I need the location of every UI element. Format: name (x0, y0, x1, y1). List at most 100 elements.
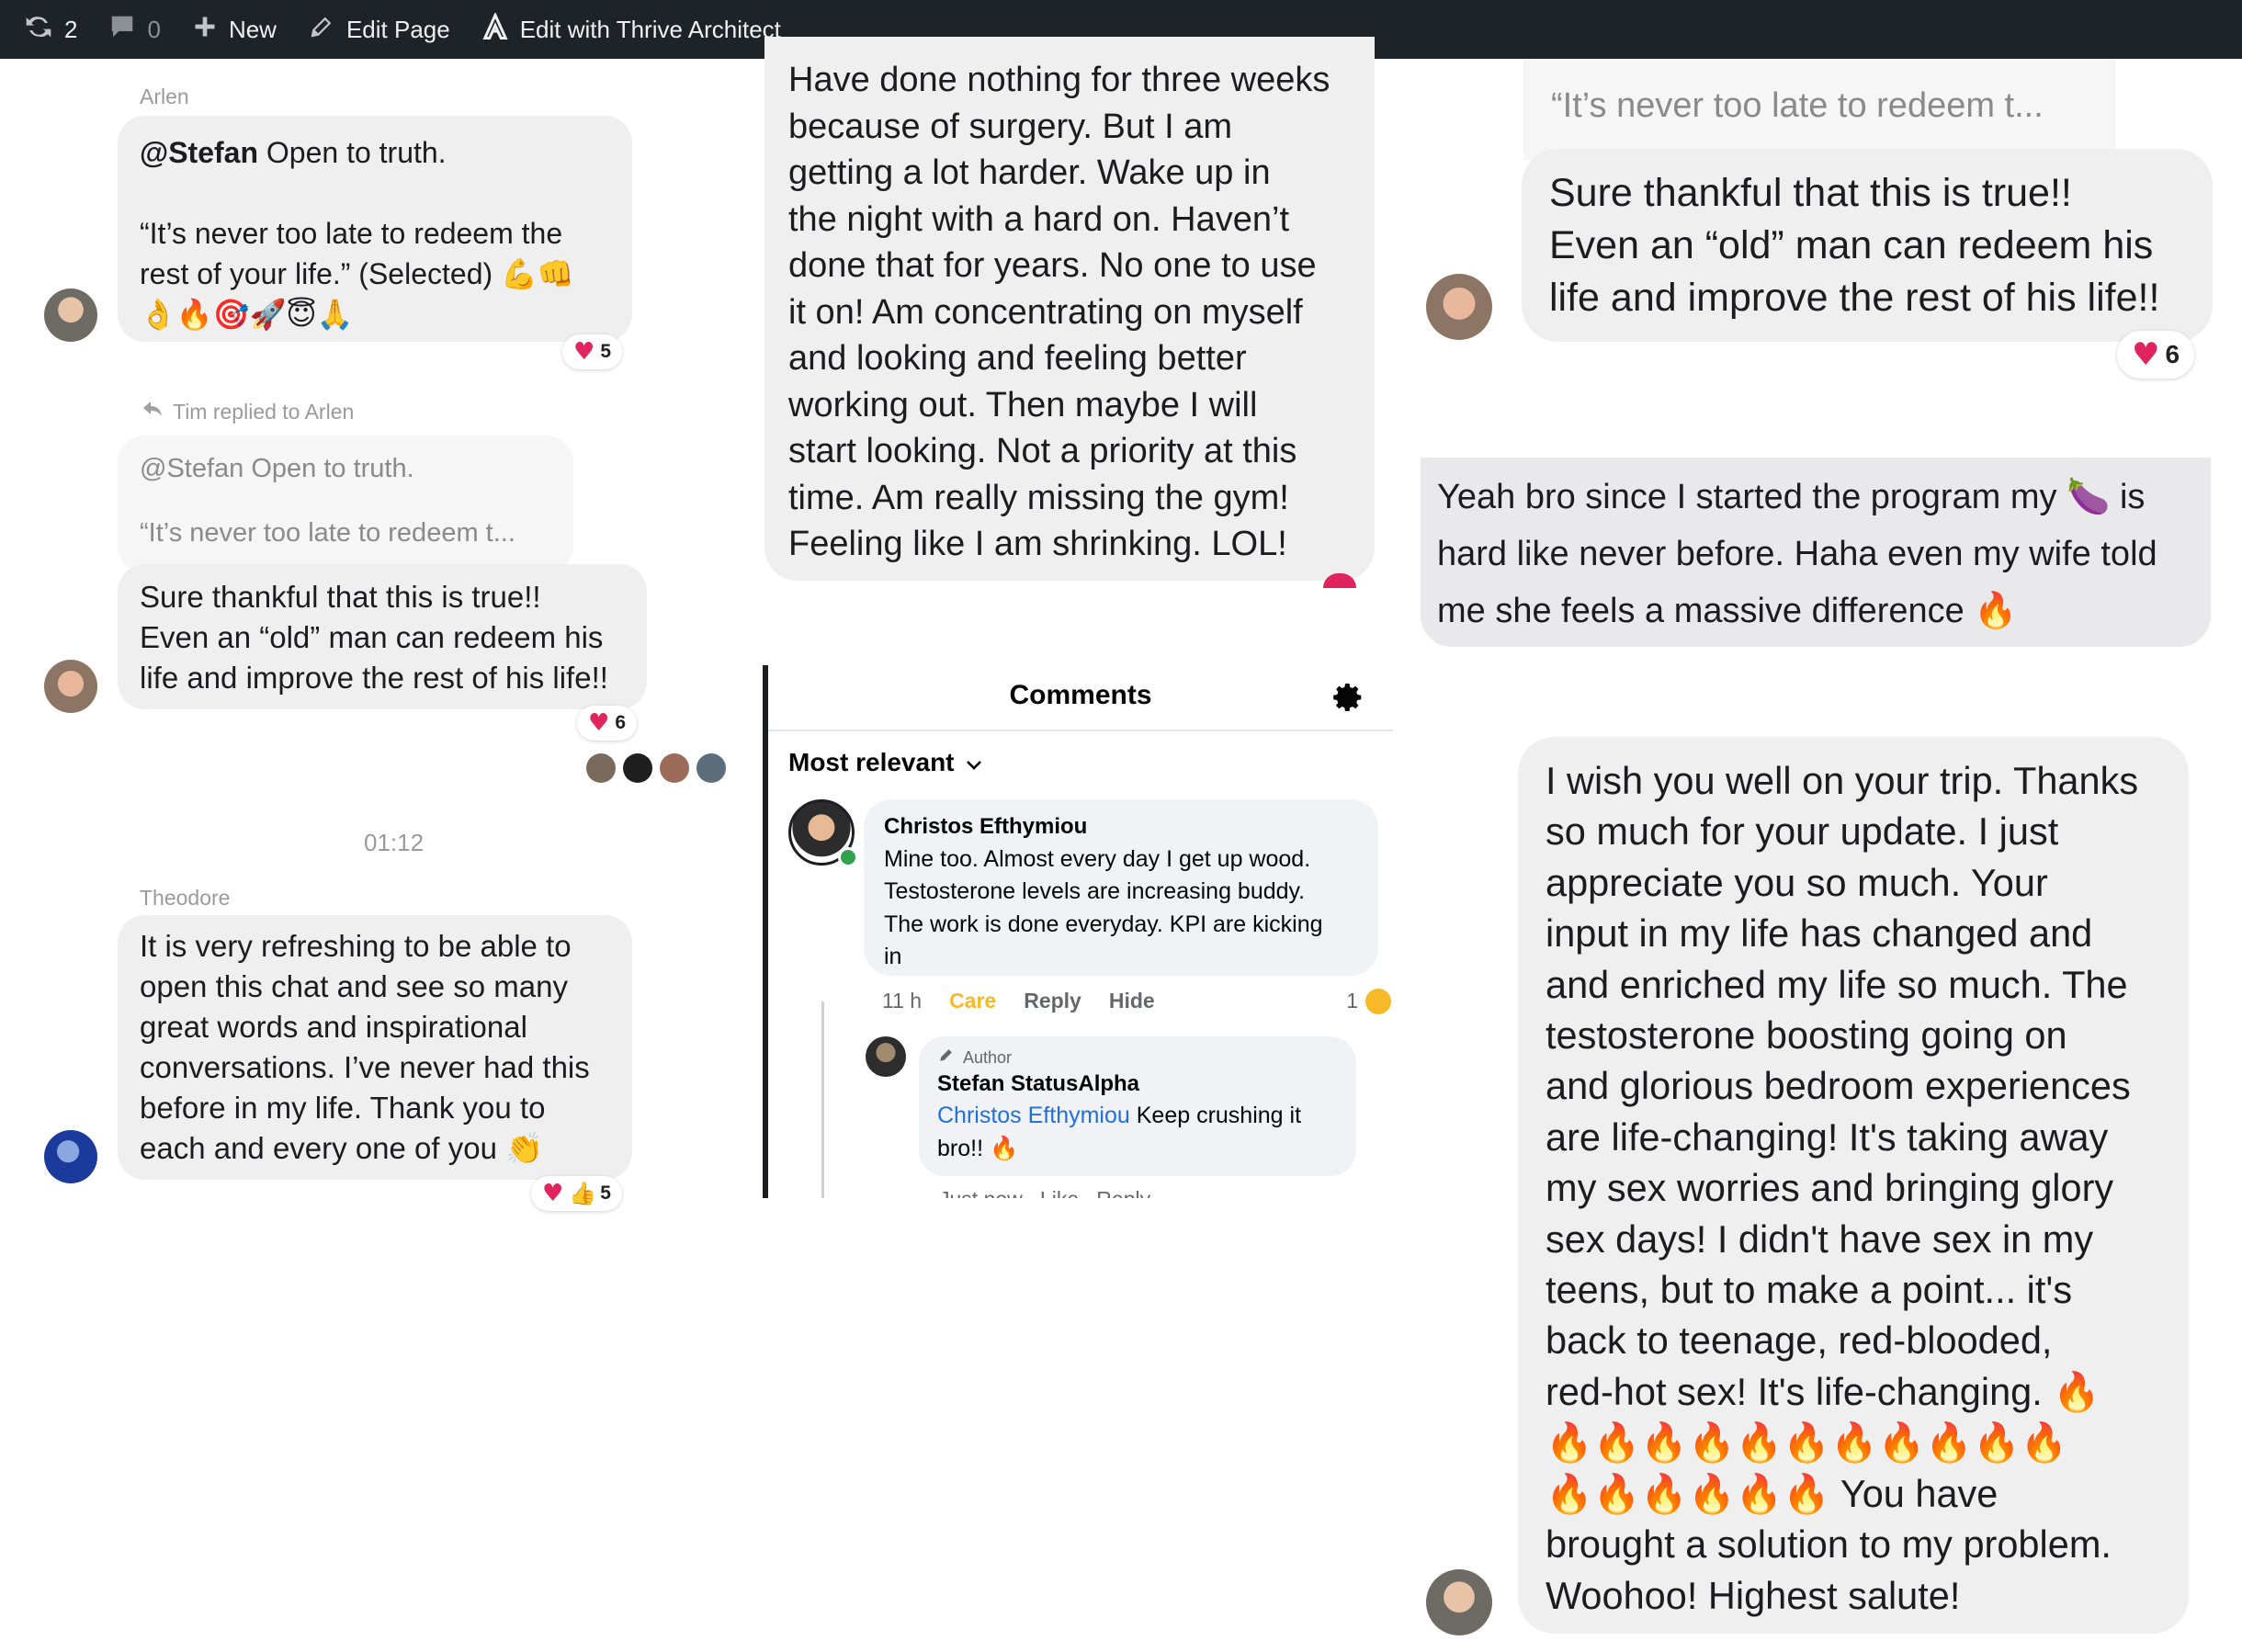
message-line: Sure thankful that this is true!! (140, 580, 541, 614)
message-bubble-tim[interactable]: Sure thankful that this is true!! Even a… (118, 564, 647, 709)
quoted-line: @Stefan Open to truth. (140, 454, 414, 483)
heart-icon: ♥ (2132, 336, 2160, 373)
message-line: brought a solution to my problem. (1546, 1522, 2112, 1567)
avatar[interactable] (44, 1130, 97, 1183)
comment-time: 11 h (882, 989, 923, 1013)
avatar (623, 753, 652, 783)
message-line: sex days! I didn't have sex in my (1546, 1216, 2094, 1261)
quoted-message[interactable]: “It’s never too late to redeem t... (1523, 59, 2115, 160)
new-content-menu[interactable]: New (192, 14, 277, 46)
edit-page-link[interactable]: Edit Page (308, 13, 450, 47)
message-line: great words and inspirational (140, 1010, 527, 1044)
comments-menu[interactable]: 0 (108, 13, 161, 47)
message-line: start looking. Not a priority at this (788, 432, 1297, 470)
author-badge: Author (937, 1046, 1338, 1069)
hide-link[interactable]: Hide (1109, 989, 1155, 1014)
avatar (696, 753, 726, 783)
message-line: life and improve the rest of his life!! (140, 661, 608, 695)
message-bubble-yeah[interactable]: Yeah bro since I started the program my … (1421, 458, 2211, 647)
updates-count: 2 (64, 15, 78, 43)
edit-page-label: Edit Page (345, 15, 450, 43)
mention-link[interactable]: Christos Efthymiou (937, 1103, 1130, 1128)
care-reaction-link[interactable]: Care (949, 989, 996, 1014)
reply-bubble[interactable]: Author Stefan StatusAlpha Christos Efthy… (919, 1036, 1356, 1176)
thread-line (821, 1001, 849, 1198)
message-line: open this chat and see so many (140, 969, 568, 1003)
message-line: each and every one of you 👏 (140, 1131, 544, 1165)
reaction-count: 6 (615, 712, 626, 733)
message-line: the night with a hard on. Haven’t (788, 199, 1290, 239)
message-line: 🔥🔥🔥🔥🔥🔥 You have (1546, 1470, 1999, 1516)
comment-bubble[interactable]: Christos Efthymiou Mine too. Almost ever… (864, 799, 1378, 976)
comment-icon (108, 13, 147, 47)
message-line: conversations. I’ve never had this (140, 1050, 590, 1084)
message-line: it on! Am concentrating on myself (788, 292, 1303, 332)
reaction-pill[interactable]: ♥ 5 (562, 334, 622, 369)
message-line: back to teenage, red-blooded, (1546, 1318, 2053, 1363)
message-line: working out. Then maybe I will (788, 385, 1258, 424)
message-line: Even an “old” man can redeem his (140, 620, 604, 654)
avatar[interactable] (44, 660, 97, 713)
avatar[interactable] (1426, 274, 1492, 340)
message-line: rest of your life.” (Selected) 💪👊 (140, 257, 574, 290)
reply-author[interactable]: Stefan StatusAlpha (937, 1069, 1338, 1099)
avatar[interactable] (866, 1036, 906, 1077)
care-emoji-icon (1365, 989, 1391, 1014)
message-line: getting a lot harder. Wake up in (788, 153, 1271, 192)
message-bubble-arlen[interactable]: @Stefan Open to truth. “It’s never too l… (118, 116, 632, 342)
reaction-pill[interactable]: ♥ 6 (577, 706, 637, 741)
plus-icon (192, 14, 229, 46)
reaction-count[interactable]: 1 (1346, 989, 1358, 1014)
message-bubble-theodore[interactable]: It is very refreshing to be able to open… (118, 915, 632, 1180)
message-line: testosterone boosting going on (1546, 1013, 2067, 1058)
message-line: and glorious bedroom experiences (1546, 1064, 2131, 1108)
reply-indicator: Tim replied to Arlen (142, 399, 354, 424)
message-line: It is very refreshing to be able to (140, 929, 572, 963)
comments-title: Comments (1009, 680, 1152, 710)
pencil-icon (937, 1046, 956, 1069)
read-receipts (586, 753, 733, 783)
thumbs-up-icon: 👍 (569, 1181, 597, 1206)
reaction-pill[interactable]: ♥ 6 (2117, 331, 2195, 379)
fire-emojis: 🔥🔥🔥🔥🔥🔥 (1546, 1470, 1831, 1516)
avatar (660, 753, 689, 783)
message-bubble-wish[interactable]: I wish you well on your trip. Thanks so … (1518, 737, 2189, 1634)
comments-count: 0 (147, 15, 161, 43)
message-line: Even an “old” man can redeem his (1549, 223, 2154, 267)
reply-arrow-icon (142, 399, 164, 424)
gear-icon[interactable] (1330, 680, 1365, 719)
reply-line: Christos Efthymiou Keep crushing it (937, 1103, 1302, 1128)
eggplant-emoji: 🍆 (2066, 478, 2111, 516)
message-bubble-tim-repeat[interactable]: Sure thankful that this is true!! Even a… (1522, 149, 2213, 342)
quoted-message[interactable]: @Stefan Open to truth. “It’s never too l… (118, 436, 573, 573)
message-line: hard like never before. Haha even my wif… (1437, 535, 2157, 573)
message-line: done that for years. No one to use (788, 246, 1317, 285)
updates-menu[interactable]: 2 (24, 12, 77, 48)
message-line: @Stefan Open to truth. (140, 136, 447, 169)
comment-line: in (884, 944, 902, 969)
chat-timestamp: 01:12 (364, 829, 425, 856)
message-line: teens, but to make a point... it's (1546, 1268, 2073, 1312)
reply-line: bro!! 🔥 (937, 1136, 1019, 1161)
reply-link[interactable]: Reply (1024, 989, 1081, 1014)
quoted-line: “It’s never too late to redeem t... (140, 518, 515, 548)
sort-dropdown[interactable]: Most relevant (788, 748, 982, 777)
message-line: Sure thankful that this is true!! (1549, 171, 2072, 215)
avatar[interactable] (44, 289, 97, 342)
mention: @Stefan (140, 136, 258, 169)
reaction-count: 5 (600, 1182, 611, 1204)
reaction-count: 5 (600, 341, 611, 362)
message-line: before in my life. Thank you to (140, 1091, 546, 1125)
message-line: and looking and feeling better (788, 339, 1247, 378)
message-bubble-surgery[interactable]: Have done nothing for three weeks becaus… (764, 37, 1375, 581)
avatar[interactable] (1426, 1569, 1492, 1635)
thrive-architect-link[interactable]: Edit with Thrive Architect (481, 11, 781, 47)
message-line: appreciate you so much. Your (1546, 860, 2048, 904)
comment-author[interactable]: Christos Efthymiou (884, 810, 1358, 843)
quoted-line: “It’s never too late to redeem t... (1551, 86, 2044, 125)
message-line: Feeling like I am shrinking. LOL! (788, 525, 1287, 563)
message-line: time. Am really missing the gym! (788, 478, 1289, 517)
message-line: Have done nothing for three weeks (788, 61, 1330, 99)
reaction-pill[interactable]: ♥ 👍 5 (531, 1176, 622, 1211)
